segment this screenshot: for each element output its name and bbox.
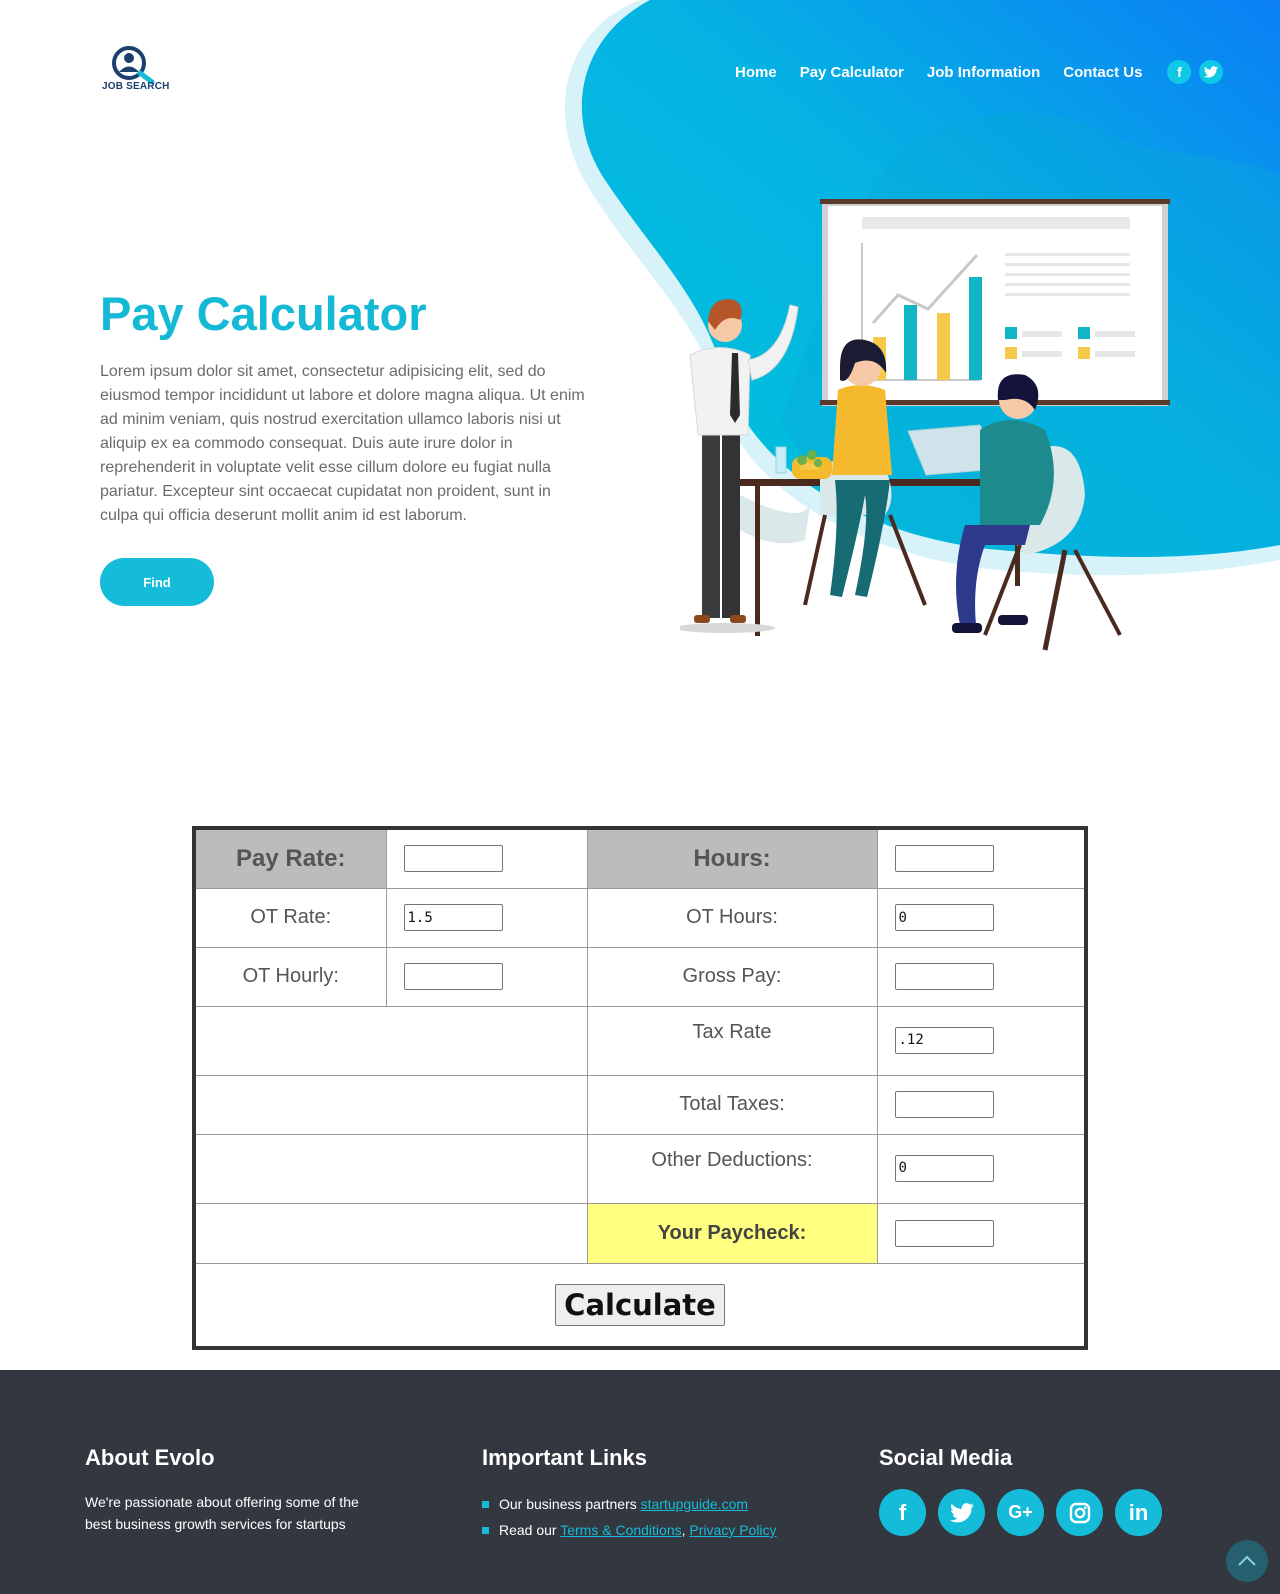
your-paycheck-label: Your Paycheck: xyxy=(586,1202,878,1264)
footer-about-text: We're passionate about offering some of … xyxy=(85,1494,359,1532)
pay-calculator-table: Pay Rate: Hours: OT Rate: OT Hours: OT H… xyxy=(192,826,1088,1350)
calculate-button[interactable]: Calculate xyxy=(555,1283,725,1326)
nav-home[interactable]: Home xyxy=(735,64,777,81)
terms-link[interactable]: Terms & Conditions xyxy=(560,1522,681,1538)
startupguide-link[interactable]: startupguide.com xyxy=(641,1496,748,1512)
ot-hourly-input[interactable] xyxy=(403,963,503,990)
other-deductions-input[interactable] xyxy=(894,1154,994,1182)
your-paycheck-input[interactable] xyxy=(894,1219,994,1247)
main-nav: Home Pay Calculator Job Information Cont… xyxy=(735,60,1224,84)
pay-rate-input[interactable] xyxy=(403,845,503,873)
empty-cell xyxy=(193,1005,588,1076)
nav-social-links: f xyxy=(1167,60,1224,84)
ot-hourly-label: OT Hourly: xyxy=(193,946,387,1007)
linkedin-icon[interactable]: in xyxy=(1115,1489,1162,1536)
footer-about: About Evolo We're passionate about offer… xyxy=(85,1445,385,1535)
twitter-icon[interactable] xyxy=(1199,60,1224,84)
social-icons: f G+ in xyxy=(879,1489,1199,1536)
footer: About Evolo We're passionate about offer… xyxy=(0,1370,1280,1594)
chevron-up-icon xyxy=(1237,1551,1257,1572)
pay-rate-label: Pay Rate: xyxy=(193,827,387,889)
footer-social-title: Social Media xyxy=(879,1445,1013,1470)
footer-links-list: Our business partners startupguide.com R… xyxy=(482,1491,822,1543)
instagram-icon[interactable] xyxy=(1056,1489,1103,1536)
page-title: Pay Calculator xyxy=(100,287,427,340)
back-to-top-button[interactable] xyxy=(1226,1540,1268,1582)
logo-text: JOB SEARCH xyxy=(102,81,170,92)
office-team-illustration xyxy=(680,199,1170,651)
ot-hours-label: OT Hours: xyxy=(586,887,878,948)
empty-cell xyxy=(193,1202,588,1264)
ot-rate-label: OT Rate: xyxy=(193,887,387,948)
total-taxes-input[interactable] xyxy=(894,1091,994,1118)
list-item: Read our Terms & Conditions, Privacy Pol… xyxy=(482,1517,822,1543)
empty-cell xyxy=(193,1133,588,1204)
twitter-icon[interactable] xyxy=(938,1489,985,1536)
empty-cell xyxy=(193,1074,588,1135)
footer-links: Important Links Our business partners st… xyxy=(482,1445,822,1543)
gross-pay-input[interactable] xyxy=(894,963,994,990)
hero-description: Lorem ipsum dolor sit amet, consectetur … xyxy=(100,363,585,524)
hours-label: Hours: xyxy=(586,827,878,889)
nav-contact-us[interactable]: Contact Us xyxy=(1063,64,1142,81)
privacy-policy-link[interactable]: Privacy Policy xyxy=(689,1522,776,1538)
total-taxes-label: Total Taxes: xyxy=(586,1074,878,1135)
gross-pay-label: Gross Pay: xyxy=(586,946,878,1007)
ot-rate-input[interactable] xyxy=(403,904,503,931)
footer-about-title: About Evolo xyxy=(85,1445,215,1470)
hours-input[interactable] xyxy=(894,845,994,873)
nav-job-information[interactable]: Job Information xyxy=(927,64,1040,81)
facebook-icon[interactable]: f xyxy=(1167,60,1192,84)
other-deductions-label: Other Deductions: xyxy=(586,1133,878,1204)
footer-social: Social Media f G+ in xyxy=(879,1445,1199,1536)
tax-rate-label: Tax Rate xyxy=(586,1005,878,1076)
nav-pay-calculator[interactable]: Pay Calculator xyxy=(800,64,904,81)
facebook-icon[interactable]: f xyxy=(879,1489,926,1536)
list-item: Our business partners startupguide.com xyxy=(482,1491,822,1517)
ot-hours-input[interactable] xyxy=(894,904,994,931)
tax-rate-input[interactable] xyxy=(894,1026,994,1054)
google-plus-icon[interactable]: G+ xyxy=(997,1489,1044,1536)
footer-links-title: Important Links xyxy=(482,1445,648,1470)
find-button[interactable]: Find xyxy=(100,558,214,606)
